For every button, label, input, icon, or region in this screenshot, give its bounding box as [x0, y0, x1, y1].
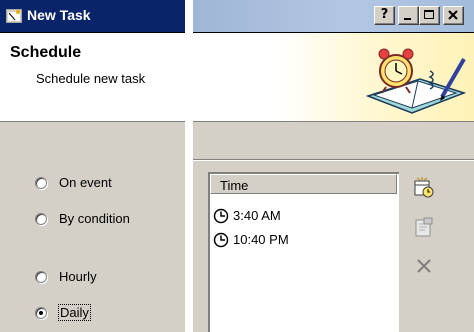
time-value: 3:40 AM: [233, 208, 281, 223]
calendar-alarm-clock-icon: [365, 48, 467, 114]
maximize-icon: [424, 10, 434, 19]
schedule-time-list[interactable]: Time 3:40 AM 10:40 PM: [208, 172, 399, 332]
page-subtitle: Schedule new task: [36, 71, 146, 86]
page-title: Schedule: [10, 44, 82, 61]
wizard-header: Schedule Schedule new task: [0, 33, 185, 122]
maximize-button[interactable]: [419, 6, 440, 25]
title-bar-extension[interactable]: ?: [193, 0, 474, 33]
close-button[interactable]: [443, 6, 464, 25]
radio-button[interactable]: [35, 213, 47, 225]
radio-button[interactable]: [35, 271, 47, 283]
radio-label: Hourly: [59, 269, 97, 284]
add-schedule-icon[interactable]: [412, 176, 436, 200]
column-header-label: Time: [220, 178, 249, 193]
split-divider: [185, 0, 193, 332]
header-banner: [193, 33, 474, 122]
radio-button-selected[interactable]: [35, 307, 47, 319]
clock-icon: [213, 232, 229, 248]
radio-button[interactable]: [35, 177, 47, 189]
radio-label: By condition: [59, 211, 130, 226]
app-icon: [6, 9, 22, 23]
help-button[interactable]: ?: [374, 6, 395, 25]
minimize-button[interactable]: [398, 6, 419, 25]
title-bar[interactable]: New Task: [0, 0, 185, 33]
close-icon: [448, 10, 458, 20]
minimize-icon: [404, 18, 411, 20]
column-header-time[interactable]: Time: [210, 174, 397, 194]
edit-schedule-icon[interactable]: [412, 216, 436, 240]
window-title: New Task: [27, 7, 91, 23]
delete-schedule-icon[interactable]: [412, 254, 436, 278]
trigger-options-panel: [0, 122, 185, 332]
panel-separator-highlight: [193, 160, 474, 161]
radio-label: On event: [59, 175, 112, 190]
clock-icon: [213, 208, 229, 224]
radio-label: Daily: [58, 304, 91, 321]
time-value: 10:40 PM: [233, 232, 289, 247]
